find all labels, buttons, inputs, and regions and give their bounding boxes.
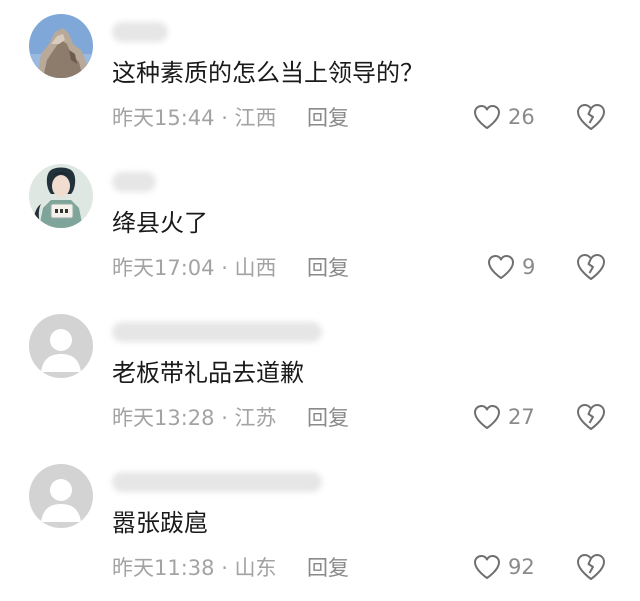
comment-item: 老板带礼品去道歉 昨天13:28 · 江苏 回复 27 [0, 300, 640, 450]
like-count: 26 [508, 105, 535, 129]
avatar-illustrated-image [29, 164, 93, 228]
default-avatar-icon [29, 314, 93, 378]
avatar[interactable] [29, 464, 93, 528]
broken-heart-icon [577, 554, 605, 580]
broken-heart-icon [577, 254, 605, 280]
dislike-button[interactable] [574, 400, 608, 434]
dislike-button[interactable] [574, 100, 608, 134]
reply-button[interactable]: 回复 [307, 104, 349, 132]
like-button[interactable]: 26 [472, 100, 535, 134]
like-button[interactable]: 9 [486, 250, 535, 284]
heart-icon [474, 405, 500, 429]
reply-button[interactable]: 回复 [307, 404, 349, 432]
comment-item: 这种素质的怎么当上领导的？ 昨天15:44 · 江西 回复 26 [0, 0, 640, 150]
like-count: 92 [508, 555, 535, 579]
username-blurred[interactable] [112, 172, 156, 192]
comment-text: 这种素质的怎么当上领导的？ [112, 59, 424, 87]
comment-text: 嚣张跋扈 [112, 509, 208, 537]
heart-icon [474, 555, 500, 579]
avatar[interactable] [29, 14, 93, 78]
broken-heart-icon [577, 404, 605, 430]
comment-meta: 昨天15:44 · 江西 [112, 106, 277, 130]
comment-item: 绛县火了 昨天17:04 · 山西 回复 9 [0, 150, 640, 300]
avatar[interactable] [29, 314, 93, 378]
comment-item: 嚣张跋扈 昨天11:38 · 山东 回复 92 [0, 450, 640, 600]
comment-text: 老板带礼品去道歉 [112, 359, 304, 387]
username-blurred[interactable] [112, 322, 322, 342]
reply-button[interactable]: 回复 [307, 554, 349, 582]
username-blurred[interactable] [112, 472, 322, 492]
avatar-rock-image [29, 14, 93, 78]
comment-text: 绛县火了 [112, 209, 208, 237]
avatar[interactable] [29, 164, 93, 228]
reply-button[interactable]: 回复 [307, 254, 349, 282]
dislike-button[interactable] [574, 550, 608, 584]
like-count: 27 [508, 405, 535, 429]
comment-meta: 昨天13:28 · 江苏 [112, 406, 277, 430]
dislike-button[interactable] [574, 250, 608, 284]
heart-icon [474, 105, 500, 129]
broken-heart-icon [577, 104, 605, 130]
like-count: 9 [522, 255, 536, 279]
like-button[interactable]: 92 [472, 550, 535, 584]
like-button[interactable]: 27 [472, 400, 535, 434]
username-blurred[interactable] [112, 22, 168, 42]
comment-meta: 昨天11:38 · 山东 [112, 556, 277, 580]
comment-meta: 昨天17:04 · 山西 [112, 256, 277, 280]
default-avatar-icon [29, 464, 93, 528]
heart-icon [488, 255, 514, 279]
